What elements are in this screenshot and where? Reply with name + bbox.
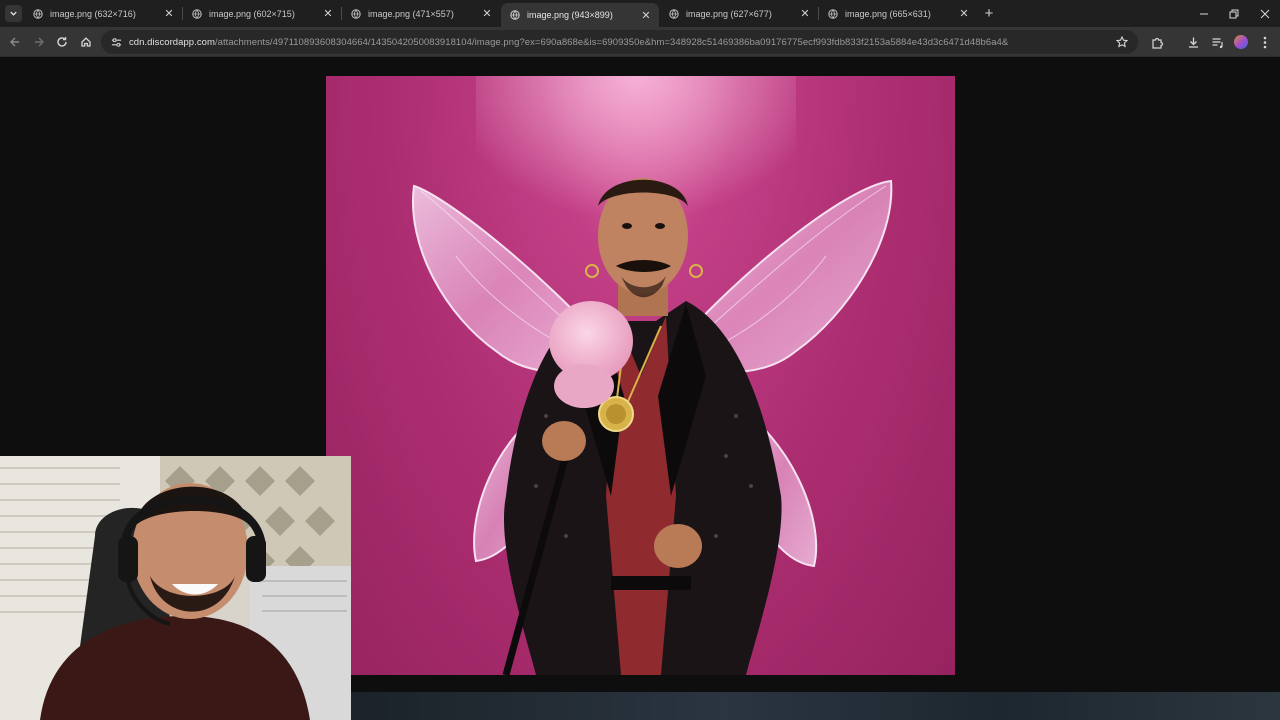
reload-button[interactable] <box>52 32 72 52</box>
globe-icon <box>510 10 520 20</box>
browser-toolbar: cdn.discordapp.com/attachments/497110893… <box>0 27 1280 57</box>
url-text[interactable]: cdn.discordapp.com/attachments/497110893… <box>129 37 1138 48</box>
restore-button[interactable] <box>1218 0 1249 27</box>
globe-icon <box>669 8 679 19</box>
globe-icon <box>33 8 43 19</box>
url-path: /attachments/497110893608304664/14350420… <box>214 36 1009 48</box>
close-icon[interactable]: ✕ <box>321 7 335 21</box>
close-icon[interactable]: ✕ <box>162 7 176 21</box>
globe-icon <box>192 8 202 19</box>
close-icon[interactable]: ✕ <box>639 8 653 22</box>
minimize-icon <box>1199 13 1208 14</box>
tab-strip: image.png (632×716) ✕ image.png (602×715… <box>0 0 1280 27</box>
tab-title: image.png (627×677) <box>686 8 772 19</box>
globe-icon <box>828 8 838 19</box>
tab-2[interactable]: image.png (602×715) ✕ <box>183 0 341 27</box>
tab-6[interactable]: image.png (665×631) ✕ <box>819 0 977 27</box>
tab-title: image.png (632×716) <box>50 8 136 19</box>
background-strip <box>350 692 1280 720</box>
tab-title: image.png (943×899) <box>527 10 613 20</box>
close-icon[interactable]: ✕ <box>798 7 812 21</box>
back-arrow-icon <box>10 37 19 47</box>
tab-title: image.png (665×631) <box>845 8 931 19</box>
minimize-button[interactable] <box>1188 0 1219 27</box>
close-icon[interactable]: ✕ <box>480 7 494 21</box>
address-bar[interactable]: cdn.discordapp.com/attachments/497110893… <box>101 30 1138 54</box>
puzzle-icon <box>1151 37 1163 49</box>
close-icon[interactable]: ✕ <box>957 7 971 21</box>
avatar <box>1234 35 1248 49</box>
bookmark-star-button[interactable] <box>1114 34 1130 50</box>
displayed-image[interactable] <box>326 76 955 675</box>
tab-title: image.png (471×557) <box>368 8 454 19</box>
forward-button[interactable] <box>29 32 49 52</box>
forward-arrow-icon <box>35 37 44 47</box>
streamer-webcam-feed <box>0 456 351 720</box>
url-host: cdn.discordapp.com <box>129 36 215 48</box>
tab-1[interactable]: image.png (632×716) ✕ <box>24 0 182 27</box>
media-icon <box>1212 37 1223 48</box>
menu-button[interactable] <box>1255 32 1275 52</box>
tab-4-active[interactable]: image.png (943×899) ✕ <box>501 3 659 27</box>
downloads-button[interactable] <box>1183 32 1203 52</box>
tune-icon[interactable] <box>109 35 123 49</box>
plus-icon: + <box>984 4 994 22</box>
media-controls-button[interactable] <box>1207 32 1227 52</box>
back-button[interactable] <box>5 32 25 52</box>
extensions-button[interactable] <box>1147 32 1167 52</box>
download-icon <box>1188 37 1198 48</box>
close-icon <box>1260 9 1269 18</box>
home-button[interactable] <box>76 32 96 52</box>
home-icon <box>81 37 91 47</box>
new-tab-button[interactable]: + <box>980 4 998 22</box>
kebab-icon <box>1263 36 1267 48</box>
profile-button[interactable] <box>1231 32 1251 52</box>
restore-icon <box>1229 9 1238 18</box>
tab-5[interactable]: image.png (627×677) ✕ <box>660 0 818 27</box>
globe-icon <box>351 8 361 19</box>
star-icon <box>1116 36 1128 48</box>
tab-3[interactable]: image.png (471×557) ✕ <box>342 0 500 27</box>
tab-title: image.png (602×715) <box>209 8 295 19</box>
fairy-portrait-illustration <box>412 76 893 675</box>
reload-icon <box>57 37 67 47</box>
close-window-button[interactable] <box>1249 0 1280 27</box>
webcam-overlay <box>0 456 351 720</box>
chevron-down-icon <box>10 11 17 16</box>
tab-search-button[interactable] <box>5 5 22 22</box>
